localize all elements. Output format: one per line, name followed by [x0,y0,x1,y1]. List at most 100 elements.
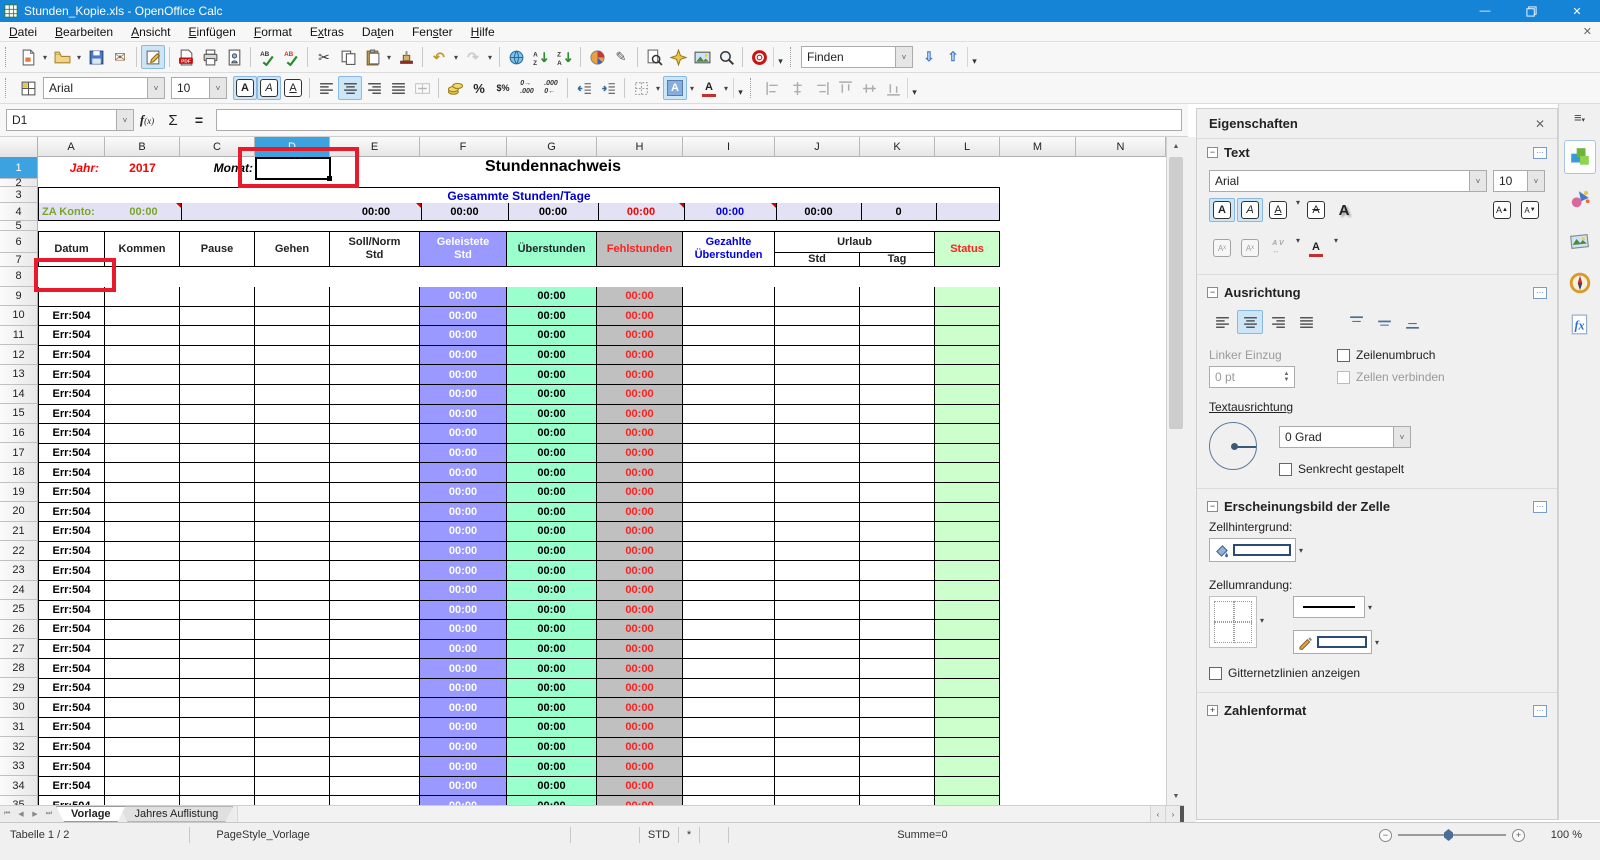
chevron-down-icon[interactable]: ▾ [1365,603,1375,612]
chevron-down-icon[interactable]: ˅ [895,47,912,67]
urlaub-tag-cell[interactable] [860,405,935,425]
strikethrough-icon[interactable]: A [1303,198,1329,222]
email-icon[interactable]: ✉ [108,45,132,69]
gehen-cell[interactable] [255,738,330,758]
kommen-cell[interactable] [105,796,180,805]
table-row[interactable]: Err:504 00:00 00:00 00:00 [38,620,1000,640]
row-header[interactable]: 28 [0,659,38,679]
datum-cell[interactable]: Err:504 [38,483,105,503]
pause-cell[interactable] [180,581,255,601]
soll-cell[interactable] [330,365,420,385]
first-sheet-icon[interactable]: ⏮ [0,806,14,822]
fehlstunden-cell[interactable]: 00:00 [597,326,683,346]
urlaub-std-cell[interactable] [775,561,860,581]
urlaub-std-cell[interactable] [775,346,860,366]
geleistete-cell[interactable]: 00:00 [420,679,507,699]
zoom-in-icon[interactable]: + [1512,829,1525,842]
last-sheet-icon[interactable]: ⏭ [42,806,56,822]
datum-cell[interactable]: Err:504 [38,385,105,405]
ueberstunden-cell[interactable]: 00:00 [507,718,597,738]
gezahlte-cell[interactable] [683,620,775,640]
find-down-icon[interactable]: ⇩ [917,45,941,69]
ueberstunden-cell[interactable]: 00:00 [507,659,597,679]
chevron-down-icon[interactable]: ˅ [209,78,226,98]
menu-extras[interactable]: Extras [301,22,353,42]
geleistete-cell[interactable]: 00:00 [420,581,507,601]
ueberstunden-cell[interactable]: 00:00 [507,561,597,581]
gezahlte-cell[interactable] [683,679,775,699]
urlaub-tag-cell[interactable] [860,581,935,601]
find-up-icon[interactable]: ⇧ [941,45,965,69]
underline-icon[interactable]: A [281,76,305,100]
scroll-up-icon[interactable]: ▲ [1167,137,1184,155]
dropdown-arrow-icon[interactable]: ▾ [687,84,697,93]
table-row[interactable]: Err:504 00:00 00:00 00:00 [38,679,1000,699]
draw-functions-icon[interactable]: ✎ [609,45,633,69]
soll-cell[interactable] [330,287,420,307]
soll-cell[interactable] [330,444,420,464]
header-status[interactable]: Status [934,231,1000,267]
export-pdf-icon[interactable]: PDF [174,45,198,69]
urlaub-tag-cell[interactable] [860,640,935,660]
datum-cell[interactable]: Err:504 [38,346,105,366]
gehen-cell[interactable] [255,640,330,660]
dropdown-arrow-icon[interactable]: ▾ [74,53,84,62]
object-align-right-icon[interactable] [809,76,833,100]
table-row[interactable]: Err:504 00:00 00:00 00:00 [38,542,1000,562]
column-header-b[interactable]: B [105,137,180,157]
geleistete-cell[interactable]: 00:00 [420,326,507,346]
kommen-cell[interactable] [105,718,180,738]
urlaub-tag-cell[interactable] [860,385,935,405]
urlaub-tag-cell[interactable] [860,444,935,464]
find-input[interactable]: Finden˅ [801,46,913,68]
urlaub-std-cell[interactable] [775,326,860,346]
column-header-m[interactable]: M [1000,137,1076,157]
align-top-icon[interactable] [1343,310,1369,334]
datum-cell[interactable]: Err:504 [38,640,105,660]
soll-cell[interactable] [330,424,420,444]
header-urlaub-tag[interactable]: Tag [859,252,935,267]
document-close-icon[interactable]: ✕ [1583,25,1592,38]
geleistete-cell[interactable]: 00:00 [420,346,507,366]
styles-deck-icon[interactable] [1564,182,1596,216]
datum-cell[interactable]: Err:504 [38,503,105,523]
format-paintbrush-icon[interactable] [394,45,418,69]
urlaub-std-cell[interactable] [775,659,860,679]
pause-cell[interactable] [180,424,255,444]
gezahlte-cell[interactable] [683,796,775,805]
table-row[interactable]: Err:504 00:00 00:00 00:00 [38,777,1000,797]
datum-cell[interactable]: Err:504 [38,679,105,699]
kommen-cell[interactable] [105,542,180,562]
bold-icon[interactable]: A [1209,198,1235,222]
urlaub-std-cell[interactable] [775,424,860,444]
urlaub-std-cell[interactable] [775,679,860,699]
hyperlink-icon[interactable] [504,45,528,69]
status-cell[interactable] [935,620,1000,640]
ueberstunden-cell[interactable]: 00:00 [507,483,597,503]
status-cell[interactable] [935,326,1000,346]
menu-datei[interactable]: Datei [0,22,46,42]
geleistete-cell[interactable]: 00:00 [420,287,507,307]
table-row[interactable]: Err:504 00:00 00:00 00:00 [38,601,1000,621]
next-sheet-icon[interactable]: ▶ [28,806,42,822]
gezahlte-cell[interactable] [683,444,775,464]
copy-icon[interactable] [336,45,360,69]
gezahlte-cell[interactable] [683,640,775,660]
sidebar-menu-icon[interactable]: ≡▾ [1574,110,1585,132]
soll-cell[interactable] [330,503,420,523]
table-row[interactable]: Err:504 00:00 00:00 00:00 [38,483,1000,503]
dialog-launcher-icon[interactable]: ⋯ [1533,705,1547,717]
gezahlte-cell[interactable] [683,405,775,425]
status-cell[interactable] [935,503,1000,523]
currency-format-icon[interactable]: $% [491,76,515,100]
gezahlte-cell[interactable] [683,659,775,679]
datum-cell[interactable]: Err:504 [38,561,105,581]
soll-cell[interactable] [330,483,420,503]
datum-cell[interactable]: Err:504 [38,601,105,621]
ueberstunden-cell[interactable]: 00:00 [507,385,597,405]
urlaub-std-cell[interactable] [775,777,860,797]
toolbar-grip[interactable] [5,47,11,67]
gehen-cell[interactable] [255,698,330,718]
underline-icon[interactable]: A [1265,198,1291,222]
ueberstunden-cell[interactable]: 00:00 [507,796,597,805]
